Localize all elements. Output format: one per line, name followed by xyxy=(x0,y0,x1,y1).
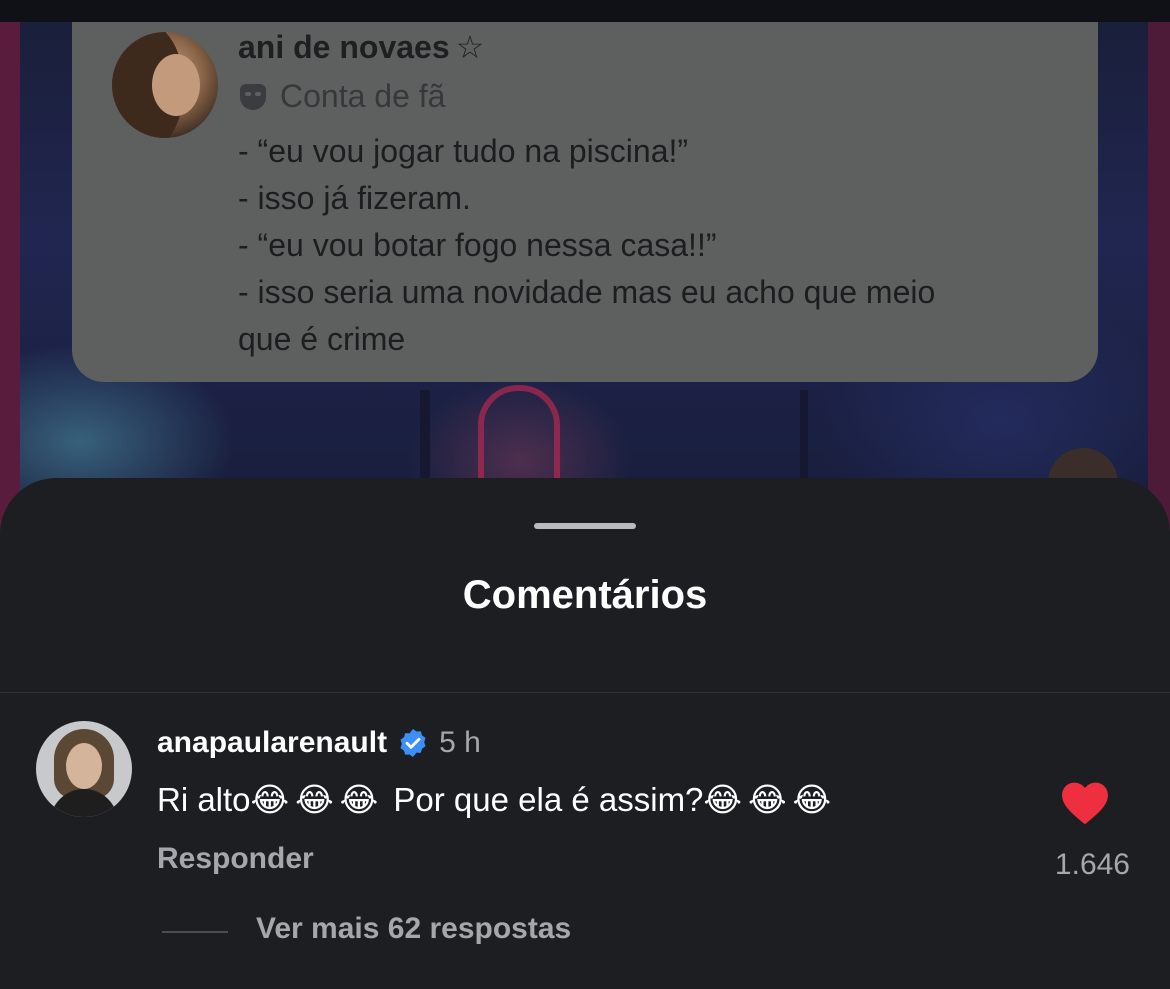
top-bar xyxy=(0,0,1170,22)
tweet-line: que é crime xyxy=(238,321,406,357)
like-count: 1.646 xyxy=(1054,848,1130,881)
sheet-title: Comentários xyxy=(462,573,708,617)
tweet-card: ani de novaes ☆ Conta de fã - “eu vou jog… xyxy=(72,22,1098,382)
replies-line xyxy=(162,931,228,933)
laughing-emoji-icon: 😂😂😂 xyxy=(250,781,385,818)
laughing-emoji-icon: 😂😂😂 xyxy=(703,781,838,818)
view-more-replies-button[interactable]: Ver mais 62 respostas xyxy=(256,912,571,946)
verified-badge-icon xyxy=(400,729,426,757)
image-edge-left xyxy=(0,22,20,560)
mask-icon xyxy=(240,83,266,110)
tweet-text: - “eu vou jogar tudo na piscina!” - isso… xyxy=(238,128,1058,363)
tweet-avatar xyxy=(112,32,218,138)
comment-text-part: Ri alto xyxy=(157,781,251,818)
tweet-author-label: ani de novaes xyxy=(238,29,450,65)
tweet-line: - “eu vou botar fogo nessa casa!!” xyxy=(238,227,717,263)
tweet-line: - isso seria uma novidade mas eu acho qu… xyxy=(238,274,936,310)
comment-timestamp: 5 h xyxy=(439,726,481,759)
comment-header: anapaularenault 5 h xyxy=(157,726,481,760)
divider xyxy=(0,692,1170,693)
commenter-username[interactable]: anapaularenault xyxy=(157,726,387,760)
tweet-account-label-row: Conta de fã xyxy=(240,78,445,115)
heart-icon[interactable] xyxy=(1060,780,1110,826)
star-icon: ☆ xyxy=(455,29,485,65)
tweet-account-label: Conta de fã xyxy=(280,78,446,114)
post-background: ani de novaes ☆ Conta de fã - “eu vou jog… xyxy=(0,0,1170,560)
commenter-avatar[interactable] xyxy=(36,721,132,817)
reply-button[interactable]: Responder xyxy=(157,842,314,876)
comment-text: Ri alto😂😂😂 Por que ela é assim?😂😂😂 xyxy=(157,780,837,819)
image-edge-right xyxy=(1148,22,1170,560)
sheet-drag-handle[interactable] xyxy=(534,523,636,529)
comment-text-part: Por que ela é assim? xyxy=(384,781,704,818)
comments-sheet: Comentários anapaularenault 5 h Ri alto😂… xyxy=(0,478,1170,989)
tweet-line: - isso já fizeram. xyxy=(238,180,471,216)
tweet-author-name: ani de novaes ☆ xyxy=(238,28,484,66)
tweet-line: - “eu vou jogar tudo na piscina!” xyxy=(238,133,689,169)
